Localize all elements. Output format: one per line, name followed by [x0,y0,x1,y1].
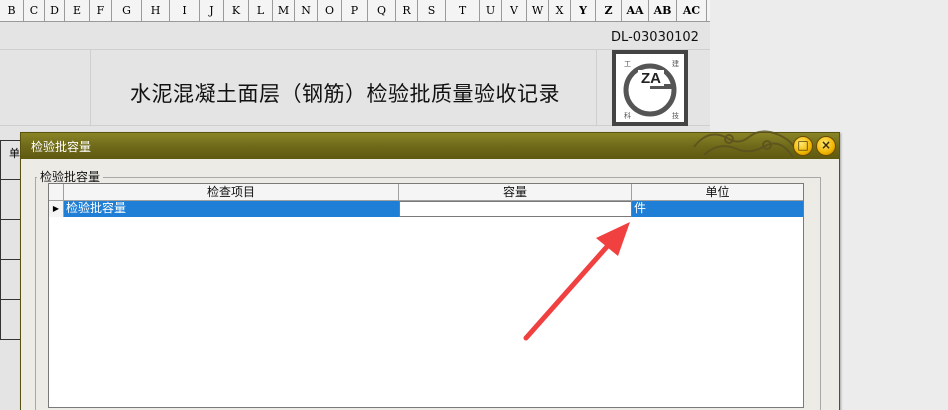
capacity-grid: 检查项目 容量 单位 ▶ 检验批容量 件 [48,183,804,408]
column-header[interactable]: H [142,0,170,22]
column-header[interactable]: X [549,0,571,22]
capacity-dialog: 检验批容量 □ × 检验批容量 检查项目 容量 单位 ▶ 检验批容量 件 [20,130,840,410]
logo-corner-text: 技 [672,111,679,120]
dialog-titlebar[interactable]: 检验批容量 □ × [21,130,839,159]
grid-header-capacity[interactable]: 容量 [399,184,632,201]
logo-corner-text: 建 [672,59,679,68]
column-header[interactable]: L [249,0,273,22]
column-header[interactable]: I [170,0,200,22]
column-header[interactable]: T [446,0,480,22]
column-header[interactable]: N [295,0,318,22]
logo-corner-text: 科 [624,111,631,120]
column-header[interactable]: P [342,0,368,22]
grid-header-unit[interactable]: 单位 [632,184,803,201]
column-header[interactable]: R [396,0,418,22]
column-header[interactable]: D [45,0,65,22]
column-header[interactable]: Z [596,0,622,22]
cell-capacity-input[interactable] [399,201,632,217]
left-cell [0,300,22,340]
grid-header-item[interactable]: 检查项目 [64,184,399,201]
row-indicator-icon: ▶ [49,201,64,217]
logo-mark-icon: ZA 工 建 科 技 [623,59,679,120]
column-header[interactable]: S [418,0,446,22]
minimize-button[interactable]: □ [793,136,813,156]
grid-line [0,49,710,50]
column-header[interactable]: W [527,0,549,22]
cell-item[interactable]: 检验批容量 [64,201,399,217]
column-header[interactable]: O [318,0,342,22]
column-header[interactable]: E [65,0,90,22]
column-header[interactable]: U [480,0,502,22]
column-header[interactable]: Y [571,0,596,22]
column-header[interactable]: AB [649,0,677,22]
column-header[interactable]: AA [622,0,649,22]
column-header[interactable]: F [90,0,112,22]
close-button[interactable]: × [816,136,836,156]
column-header[interactable]: K [224,0,249,22]
column-header-bar: B C D E F G H I J K L M N O P Q R S T U … [0,0,710,22]
column-header[interactable]: G [112,0,142,22]
screen: { "spreadsheet": { "columns": ["B","C","… [0,0,948,410]
column-header[interactable]: J [200,0,224,22]
form-title: 水泥混凝土面层（钢筋）检验批质量验收记录 [130,82,560,106]
row-cells-left: 单 [0,140,22,410]
document-number: DL-03030102 [611,30,699,45]
cell-unit[interactable]: 件 [632,201,803,217]
column-header[interactable]: Q [368,0,396,22]
column-header[interactable]: C [24,0,45,22]
logo-corner-text: 工 [624,60,631,68]
left-cell [0,180,22,220]
column-header[interactable]: B [0,0,24,22]
grid-corner [49,184,64,201]
table-row[interactable]: ▶ 检验批容量 件 [49,201,803,217]
column-header[interactable]: V [502,0,527,22]
left-cell [0,220,22,260]
titlebar-ornament-icon [693,130,798,158]
logo-text: ZA [641,70,661,87]
column-header[interactable]: AC [677,0,707,22]
dialog-title: 检验批容量 [31,140,92,154]
grid-line [0,125,710,126]
company-logo: ZA 工 建 科 技 [612,50,688,126]
left-cell [0,260,22,300]
left-cell: 单 [0,140,22,180]
column-header[interactable]: M [273,0,295,22]
